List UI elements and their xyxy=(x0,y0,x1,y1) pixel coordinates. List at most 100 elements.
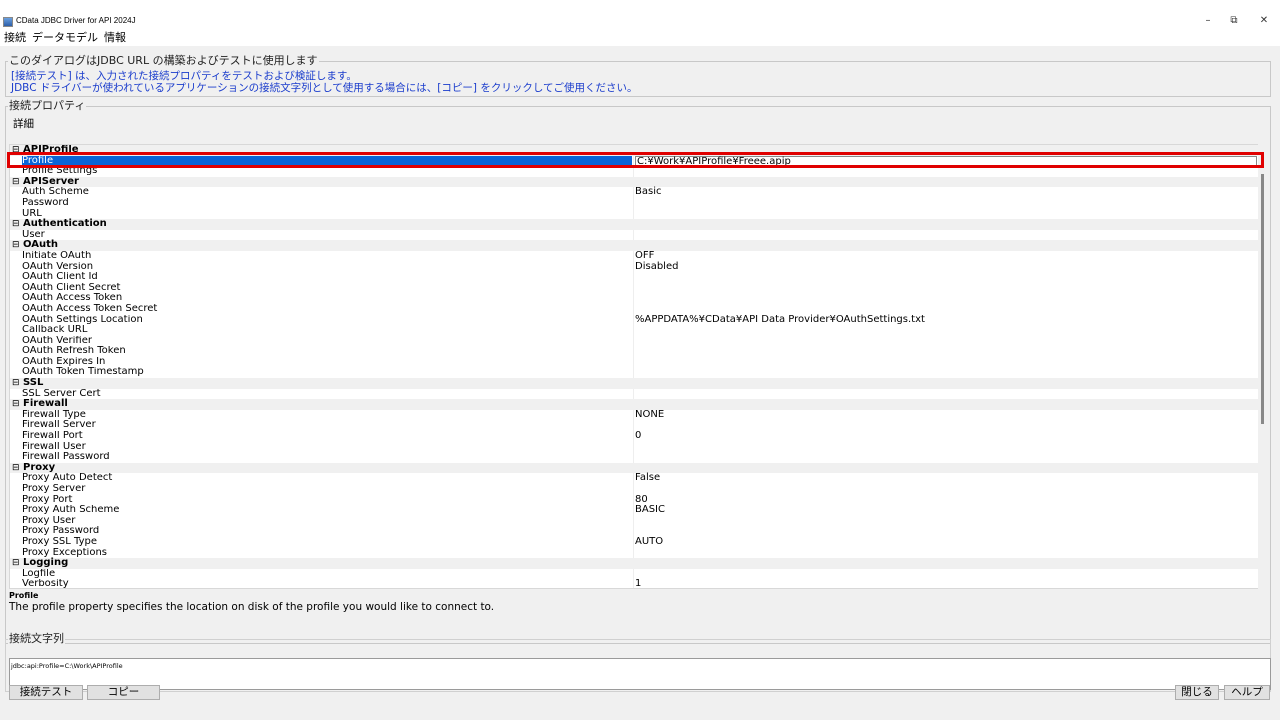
column-divider xyxy=(633,303,634,315)
test-connection-button[interactable]: 接続テスト xyxy=(9,685,83,700)
column-divider xyxy=(633,282,634,294)
restore-button[interactable]: ⧉ xyxy=(1222,14,1246,28)
column-divider xyxy=(633,335,634,347)
collapse-icon[interactable]: ⊟ xyxy=(12,558,20,569)
property-row[interactable]: Verbosity 1 xyxy=(10,579,1266,588)
category-row[interactable]: ⊟ Authentication xyxy=(10,219,1266,230)
property-name: Proxy Server xyxy=(22,484,632,495)
menu-info[interactable]: 情報 xyxy=(102,30,128,46)
minimize-button[interactable]: – xyxy=(1196,14,1220,28)
detail-label: 詳細 xyxy=(13,118,34,130)
help-button[interactable]: ヘルプ xyxy=(1224,685,1270,700)
menu-data-model[interactable]: データモデル xyxy=(30,30,100,46)
properties-legend: 接続プロパティ xyxy=(8,99,87,112)
description-legend: このダイアログはJDBC URL の構築およびテストに使用します xyxy=(8,54,319,67)
property-row[interactable]: Firewall Password xyxy=(10,452,1266,463)
collapse-icon[interactable]: ⊟ xyxy=(12,177,20,188)
property-name: Proxy Port xyxy=(22,495,632,506)
property-row[interactable]: OAuth Access Token xyxy=(10,293,1266,304)
property-row[interactable]: OAuth Version Disabled xyxy=(10,261,1266,273)
category-label: APIServer xyxy=(23,175,79,187)
property-value[interactable]: NONE xyxy=(635,409,664,421)
column-divider xyxy=(633,494,634,506)
description-line-2: JDBC ドライバーが使われているアプリケーションの接続文字列として使用する場合… xyxy=(11,82,638,94)
property-name: OAuth Refresh Token xyxy=(22,346,632,357)
property-row[interactable]: Proxy User xyxy=(10,515,1266,527)
collapse-icon[interactable]: ⊟ xyxy=(12,219,20,230)
copy-button[interactable]: コピー xyxy=(87,685,160,700)
property-row[interactable]: OAuth Access Token Secret xyxy=(10,303,1266,315)
category-row[interactable]: ⊟ Logging xyxy=(10,558,1266,569)
property-name: OAuth Expires In xyxy=(22,357,632,368)
category-row[interactable]: ⊟ SSL xyxy=(10,377,1266,389)
property-row[interactable]: Auth Scheme Basic xyxy=(10,187,1266,198)
property-row[interactable]: Firewall Type NONE xyxy=(10,409,1266,421)
property-row[interactable]: Proxy Exceptions xyxy=(10,547,1266,559)
title-bar: CData JDBC Driver for API 2024J – ⧉ ✕ xyxy=(0,13,1280,30)
property-row[interactable]: Firewall Port 0 xyxy=(10,430,1266,442)
property-row[interactable]: OAuth Refresh Token xyxy=(10,346,1266,357)
column-divider xyxy=(633,441,634,453)
column-divider xyxy=(633,293,634,304)
property-value[interactable]: False xyxy=(635,473,660,484)
property-row[interactable]: Proxy Auto Detect False xyxy=(10,473,1266,484)
column-divider xyxy=(633,325,634,336)
property-value[interactable]: OFF xyxy=(635,250,654,262)
scrollbar-thumb[interactable] xyxy=(1261,174,1264,424)
property-name: OAuth Settings Location xyxy=(22,315,632,326)
property-value[interactable]: BASIC xyxy=(635,505,665,516)
collapse-icon[interactable]: ⊟ xyxy=(12,463,20,474)
property-grid[interactable]: ⊟ APIProfile Profile C:¥Work¥APIProfile¥Fre… xyxy=(9,144,1267,589)
highlight-box xyxy=(7,152,1264,168)
close-button[interactable]: 閉じる xyxy=(1175,685,1219,700)
property-row[interactable]: Callback URL xyxy=(10,325,1266,336)
property-name: Proxy Auto Detect xyxy=(22,473,632,484)
collapse-icon[interactable]: ⊟ xyxy=(12,378,20,389)
property-row[interactable]: OAuth Settings Location %APPDATA%¥CData¥A… xyxy=(10,314,1266,326)
property-value[interactable]: 0 xyxy=(635,430,641,442)
column-divider xyxy=(633,272,634,283)
property-name: OAuth Verifier xyxy=(22,336,632,347)
connection-string-legend: 接続文字列 xyxy=(8,632,65,645)
property-value[interactable]: AUTO xyxy=(635,536,663,548)
property-row[interactable]: Initiate OAuth OFF xyxy=(10,250,1266,262)
property-name: OAuth Version xyxy=(22,262,632,273)
property-value[interactable]: Basic xyxy=(635,187,661,198)
close-window-button[interactable]: ✕ xyxy=(1252,14,1276,28)
property-name: Initiate OAuth xyxy=(22,251,632,262)
collapse-icon[interactable]: ⊟ xyxy=(12,240,20,251)
property-grid-scrollbar[interactable] xyxy=(1258,144,1267,589)
column-divider xyxy=(633,515,634,527)
property-row[interactable]: SSL Server Cert xyxy=(10,388,1266,400)
property-value[interactable]: %APPDATA%¥CData¥API Data Provider¥OAuthS… xyxy=(635,314,925,326)
property-row[interactable]: Proxy SSL Type AUTO xyxy=(10,536,1266,548)
column-divider xyxy=(633,526,634,537)
description-line-1: [接続テスト] は、入力された接続プロパティをテストおよび検証します。 xyxy=(11,70,357,82)
collapse-icon[interactable]: ⊟ xyxy=(12,399,20,410)
property-value[interactable]: 1 xyxy=(635,579,641,588)
property-name: Proxy Exceptions xyxy=(22,548,632,559)
property-row[interactable]: OAuth Token Timestamp xyxy=(10,367,1266,379)
property-row[interactable]: Proxy Auth Scheme BASIC xyxy=(10,505,1266,516)
menu-connection[interactable]: 接続 xyxy=(2,30,28,46)
property-row[interactable]: OAuth Expires In xyxy=(10,356,1266,368)
property-row[interactable]: Firewall User xyxy=(10,441,1266,453)
column-divider xyxy=(633,388,634,400)
help-title: Profile xyxy=(9,591,39,600)
property-name: Firewall Password xyxy=(22,452,632,463)
property-name: OAuth Client Secret xyxy=(22,283,632,294)
column-divider xyxy=(633,250,634,262)
property-value[interactable]: Disabled xyxy=(635,261,678,273)
property-row[interactable]: OAuth Verifier xyxy=(10,335,1266,347)
property-row[interactable]: OAuth Client Secret xyxy=(10,282,1266,294)
property-help: Profile The profile property specifies t… xyxy=(9,591,1267,643)
property-row[interactable]: OAuth Client Id xyxy=(10,272,1266,283)
property-row[interactable]: User xyxy=(10,229,1266,241)
property-row[interactable]: URL xyxy=(10,208,1266,220)
property-name: User xyxy=(22,230,632,241)
column-divider xyxy=(633,568,634,580)
property-row[interactable]: Proxy Server xyxy=(10,484,1266,495)
column-divider xyxy=(633,579,634,588)
connection-string-field[interactable]: jdbc:api:Profile=C:\Work\APIProfile xyxy=(9,658,1271,690)
property-row[interactable]: Password xyxy=(10,197,1266,209)
